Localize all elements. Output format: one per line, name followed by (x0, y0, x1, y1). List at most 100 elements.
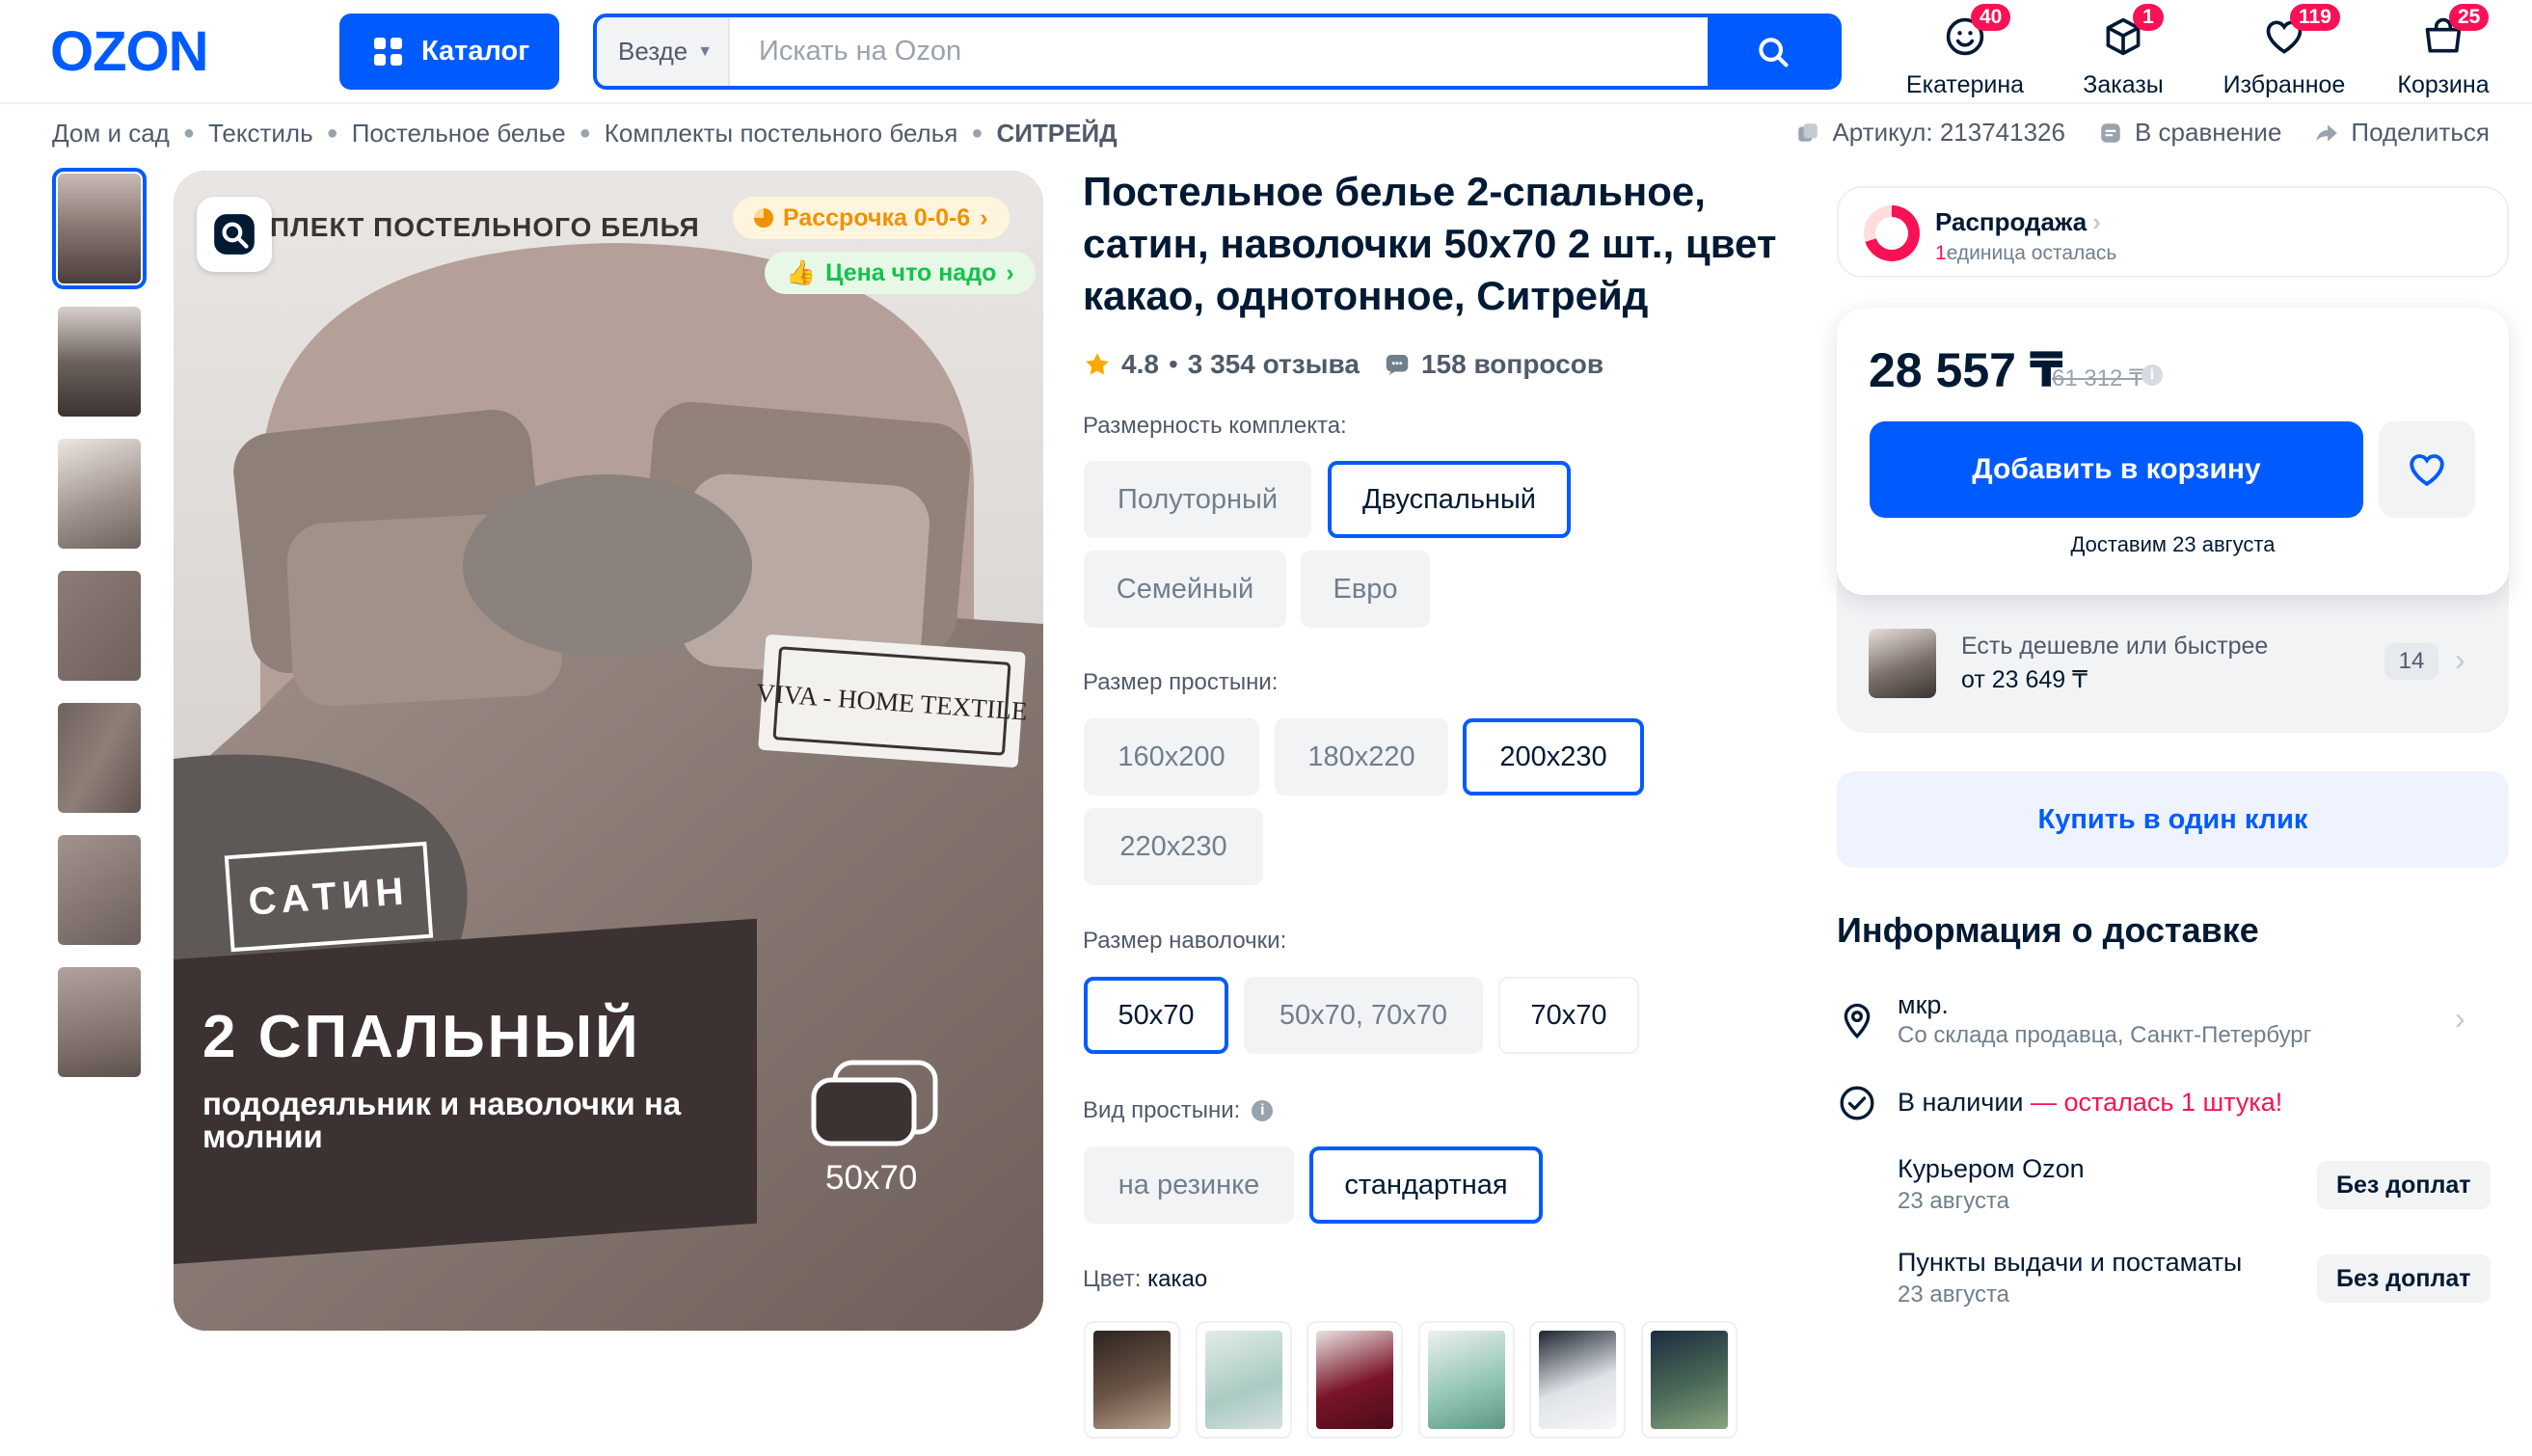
gallery-thumbnail[interactable] (58, 703, 141, 813)
favorites-label: Избранное (2222, 71, 2346, 98)
pie-icon (754, 208, 773, 228)
check-circle-icon (1840, 1086, 1874, 1120)
breadcrumb-item[interactable]: Постельное белье (352, 119, 566, 148)
color-swatch[interactable] (1084, 1321, 1180, 1439)
image-big-title: 2 СПАЛЬНЫЙ (202, 1004, 641, 1070)
color-value: какао (1147, 1266, 1208, 1292)
info-icon[interactable]: i (1252, 1100, 1274, 1121)
good-price-badge[interactable]: 👍 Цена что надо › (765, 252, 1036, 294)
orders-badge: 1 (2133, 4, 2164, 31)
price-info-icon[interactable]: i (2141, 364, 2163, 386)
set-size-option[interactable]: Евро (1301, 551, 1430, 628)
gallery-thumbnail[interactable] (52, 168, 147, 289)
search-button[interactable] (1708, 17, 1838, 86)
header-profile[interactable]: 40 Екатерина (1893, 4, 2037, 98)
installment-badge[interactable]: Рассрочка 0-0-6 › (733, 197, 1010, 239)
pillow-size-label: Размер наволочки: (1083, 928, 1287, 954)
chevron-right-icon[interactable]: › (2455, 642, 2465, 678)
pillow-size-option[interactable]: 70x70 (1498, 977, 1639, 1054)
color-swatch[interactable] (1418, 1321, 1515, 1439)
pillow-icon (811, 1060, 938, 1146)
set-size-option[interactable]: Полуторный (1084, 461, 1311, 538)
compare-button[interactable]: В сравнение (2098, 118, 2281, 148)
profile-badge: 40 (1971, 4, 2011, 31)
image-title: ПЛЕКТ ПОСТЕЛЬНОГО БЕЛЬЯ (270, 212, 700, 242)
add-to-cart-button[interactable]: Добавить в корзину (1870, 421, 2363, 518)
chevron-right-icon[interactable]: › (2455, 1001, 2465, 1037)
set-size-option-selected[interactable]: Двуспальный (1328, 461, 1571, 538)
ozon-logo[interactable]: OZON (50, 23, 209, 81)
sheet-type-option[interactable]: на резинке (1084, 1146, 1294, 1224)
breadcrumb-item[interactable]: Текстиль (208, 119, 313, 148)
satin-label: САТИН (224, 841, 434, 953)
breadcrumb-item[interactable]: Дом и сад (52, 119, 170, 148)
heart-icon (2410, 454, 2444, 487)
breadcrumb-brand[interactable]: СИТРЕЙД (996, 119, 1117, 148)
buy-one-click-button[interactable]: Купить в один клик (1837, 771, 2509, 868)
chevron-right-icon: › (2092, 207, 2101, 236)
questions-count[interactable]: 158 вопросов (1421, 349, 1603, 380)
product-title: Постельное белье 2-спальное, сатин, наво… (1083, 169, 1777, 318)
color-swatch[interactable] (1529, 1321, 1626, 1439)
color-swatch[interactable] (1641, 1321, 1737, 1439)
sale-title: Распродажа › (1935, 207, 2101, 236)
search-photo-icon (214, 214, 255, 255)
header-favorites[interactable]: 119 Избранное (2212, 4, 2357, 98)
chevron-right-icon: › (980, 203, 988, 231)
no-extra-charge-badge: Без доплат (2317, 1254, 2491, 1303)
sheet-type-label-row: Вид простыни: i (1083, 1097, 1274, 1124)
cheaper-offer-title[interactable]: Есть дешевле или быстрее (1961, 633, 2268, 661)
sheet-size-label: Размер простыни: (1083, 669, 1279, 695)
add-to-favorites-button[interactable] (2379, 421, 2475, 518)
cheaper-offer-thumbnail[interactable] (1869, 629, 1936, 698)
pickup-delivery: Пункты выдачи и постаматы (1898, 1248, 2243, 1277)
old-price: 61 312 ₸ (2052, 365, 2144, 391)
pickup-date: 23 августа (1898, 1281, 2010, 1308)
sheet-size-option-selected[interactable]: 200x230 (1463, 718, 1644, 795)
rating-value: 4.8 (1121, 349, 1159, 379)
sheet-size-option[interactable]: 180x220 (1275, 718, 1448, 795)
profile-label: Екатерина (1905, 71, 2025, 98)
set-size-option[interactable]: Семейный (1084, 551, 1286, 628)
sale-card[interactable]: Распродажа › 1единица осталась (1837, 186, 2509, 278)
color-label: Цвет: (1083, 1266, 1142, 1292)
search-scope-select[interactable]: Везде ▼ (597, 17, 730, 86)
compare-icon (2101, 122, 2120, 143)
product-meta: Артикул: 213741326 В сравнение Поделитьс… (1795, 118, 2490, 148)
rating-row[interactable]: 4.8 • 3 354 отзыва 158 вопросов (1083, 349, 1603, 380)
header-cart[interactable]: 25 Корзина (2371, 4, 2516, 98)
reviews-count[interactable]: 3 354 отзыва (1188, 349, 1360, 380)
sale-subtitle: 1единица осталась (1935, 242, 2117, 264)
sheet-type-option-selected[interactable]: стандартная (1309, 1146, 1543, 1224)
gallery-thumbnail[interactable] (58, 967, 141, 1077)
breadcrumb-item[interactable]: Комплекты постельного белья (605, 119, 958, 148)
gallery-thumbnail[interactable] (58, 439, 141, 549)
pillow-size-option-selected[interactable]: 50x70 (1084, 977, 1228, 1054)
courier-delivery: Курьером Ozon (1898, 1154, 2085, 1183)
article-number[interactable]: Артикул: 213741326 (1795, 118, 2065, 148)
star-icon (1086, 353, 1109, 375)
thumbs-up-icon: 👍 (786, 258, 817, 286)
delivery-date: Доставим 23 августа (2070, 532, 2276, 556)
share-button[interactable]: Поделиться (2314, 118, 2490, 148)
search-input[interactable] (732, 17, 1571, 86)
catalog-button[interactable]: Каталог (339, 13, 559, 90)
pillow-size-option[interactable]: 50x70, 70x70 (1244, 977, 1483, 1054)
grid-icon (374, 38, 402, 66)
color-swatch[interactable] (1306, 1321, 1403, 1439)
set-size-label: Размерность комплекта: (1083, 413, 1347, 439)
gallery-thumbnail[interactable] (58, 307, 141, 417)
breadcrumb: Дом и сад ● Текстиль ● Постельное белье ● К… (52, 119, 1118, 148)
orders-label: Заказы (2083, 71, 2164, 98)
sheet-size-option[interactable]: 220x230 (1084, 808, 1263, 885)
search-bar: Везде ▼ (593, 13, 1842, 90)
image-subtitle: пододеяльник и наволочки на молнии (202, 1086, 682, 1154)
gallery-thumbnail[interactable] (58, 571, 141, 681)
image-pillow-size: 50x70 (825, 1159, 918, 1197)
header-orders[interactable]: 1 Заказы (2051, 4, 2195, 98)
share-icon (2316, 123, 2338, 142)
sheet-size-option[interactable]: 160x200 (1084, 718, 1259, 795)
delivery-location[interactable]: мкр. (1898, 990, 1949, 1020)
color-swatch[interactable] (1196, 1321, 1292, 1439)
gallery-thumbnail[interactable] (58, 835, 141, 945)
